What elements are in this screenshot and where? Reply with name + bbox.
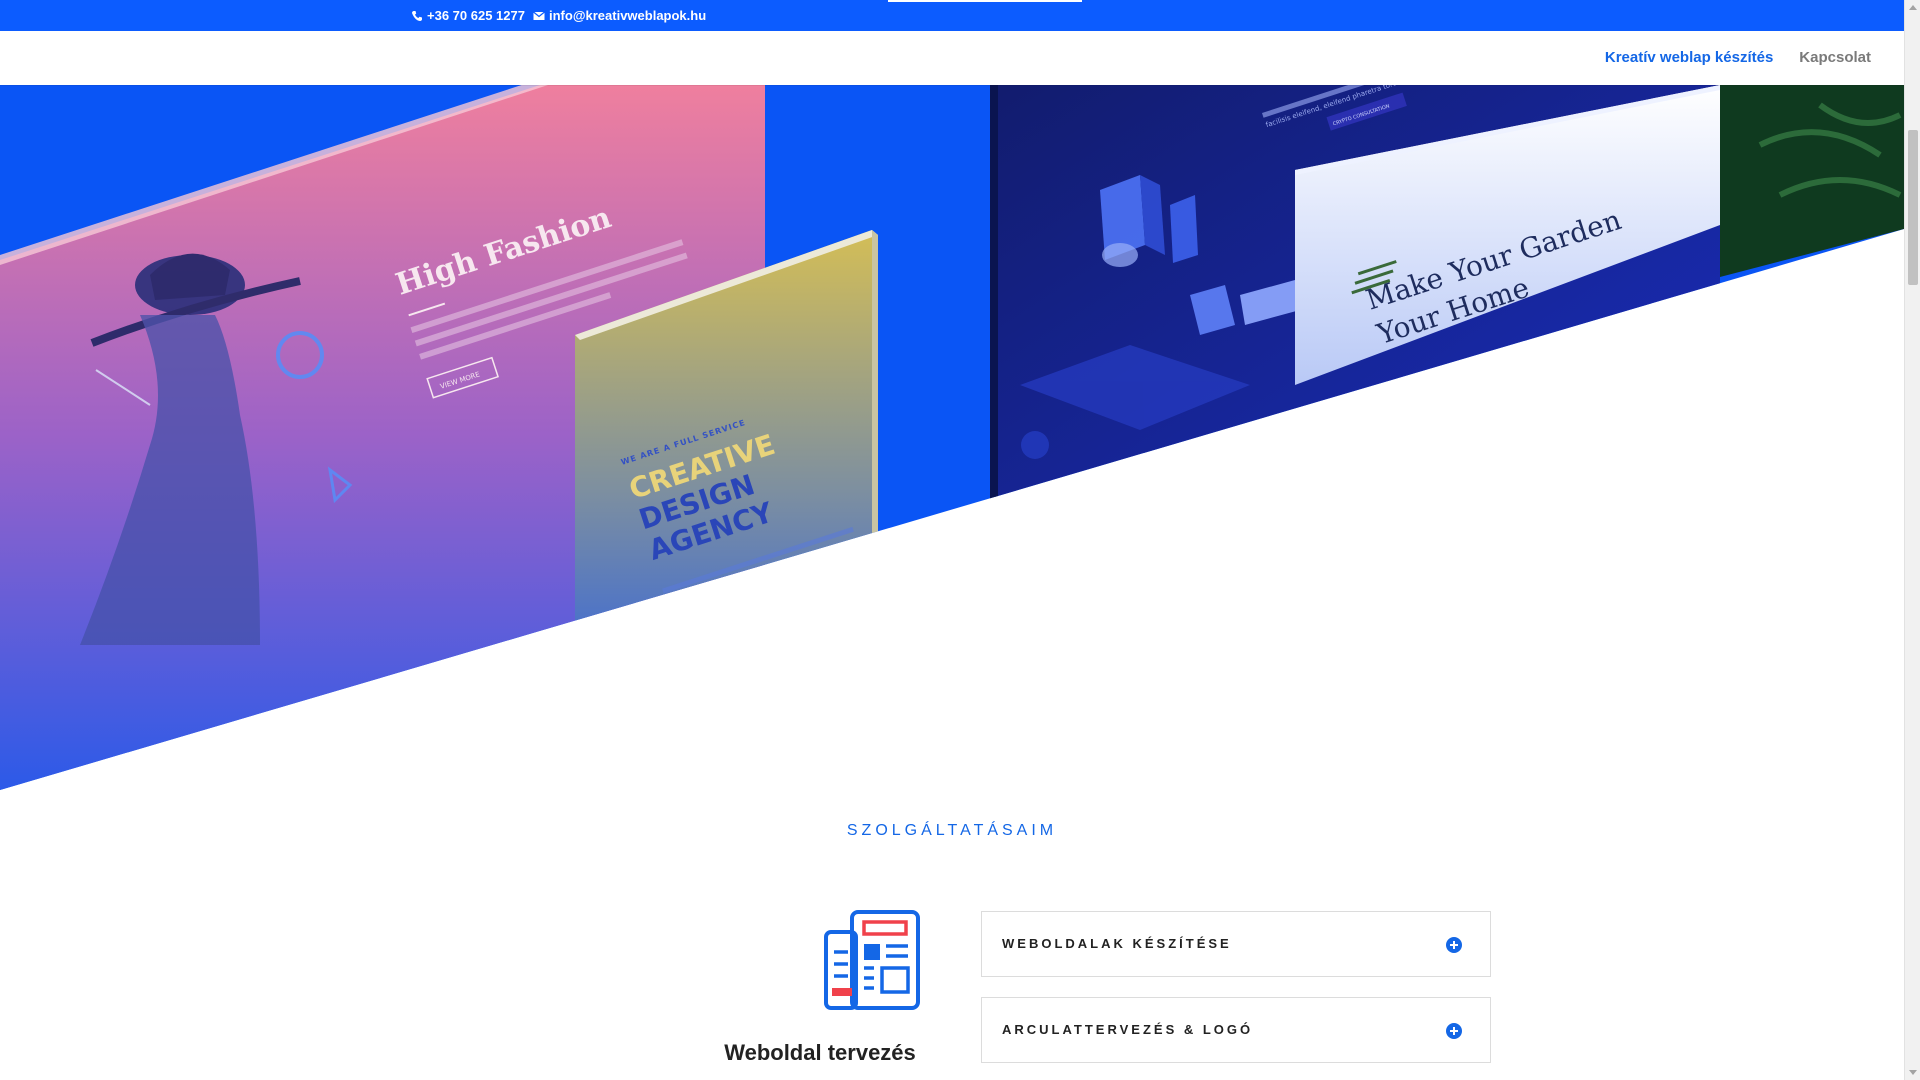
plus-circle-icon[interactable] — [1446, 1023, 1462, 1039]
phone-number[interactable]: +36 70 625 1277 — [427, 8, 525, 23]
phone-contact[interactable]: +36 70 625 1277 — [411, 8, 525, 23]
site-header: Kreatív weblap készítés Kapcsolat — [0, 31, 1904, 85]
scrollbar-thumb[interactable] — [1908, 130, 1918, 285]
nav-item-kapcsolat[interactable]: Kapcsolat — [1799, 49, 1871, 66]
envelope-icon — [533, 11, 545, 20]
service-title: Weboldal tervezés — [724, 1040, 916, 1065]
email-contact[interactable]: info@kreativweblapok.hu — [533, 8, 706, 23]
phone-icon — [412, 10, 422, 21]
accordion-label: ARCULATTERVEZÉS & LOGÓ — [1002, 1022, 1254, 1037]
hero-banner: High Fashion VIEW MORE WE ARE A FULL SER… — [0, 85, 1904, 790]
accordion-label: WEBOLDALAK KÉSZÍTÉSE — [1002, 936, 1232, 951]
page-scrollbar[interactable] — [1904, 0, 1920, 1080]
newspaper-layout-icon — [824, 910, 920, 1010]
top-bar: +36 70 625 1277 info@kreativweblapok.hu — [0, 0, 1904, 31]
services-heading: SZOLGÁLTATÁSAIM — [846, 822, 1058, 839]
scroll-down-arrow-icon[interactable] — [1909, 1070, 1917, 1075]
scroll-up-arrow-icon[interactable] — [1909, 5, 1917, 10]
email-address[interactable]: info@kreativweblapok.hu — [549, 8, 706, 23]
plus-circle-icon[interactable] — [1446, 937, 1462, 953]
accordion-weboldalak[interactable]: WEBOLDALAK KÉSZÍTÉSE — [981, 911, 1491, 977]
nav-item-kreativ-weblap[interactable]: Kreatív weblap készítés — [1605, 49, 1773, 66]
accordion-arculattervezes[interactable]: ARCULATTERVEZÉS & LOGÓ — [981, 997, 1491, 1063]
top-bar-accent-line — [888, 0, 1082, 2]
hero-illustration: High Fashion VIEW MORE WE ARE A FULL SER… — [0, 85, 1904, 790]
main-nav: Kreatív weblap készítés Kapcsolat — [1605, 49, 1871, 66]
